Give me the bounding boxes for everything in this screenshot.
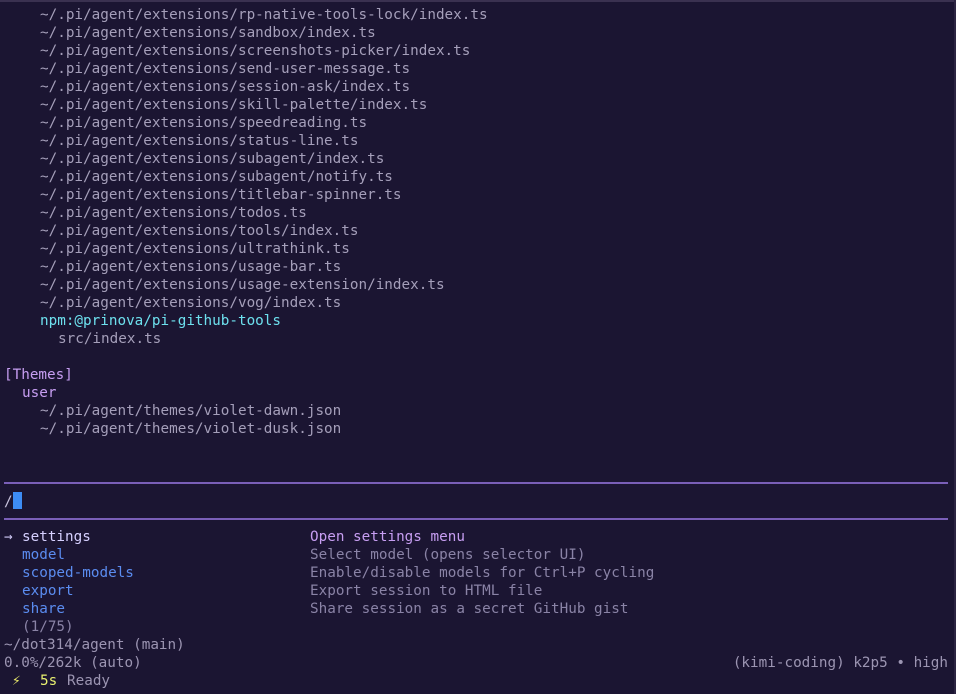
window-top-border [0,0,956,2]
terminal-window: ~/.pi/agent/extensions/rp-native-tools-l… [0,0,956,694]
command-input[interactable]: / [4,492,22,510]
extension-path: ~/.pi/agent/extensions/status-line.ts [40,133,359,149]
command-item-settings[interactable]: settings [22,528,91,546]
extension-path: ~/.pi/agent/extensions/send-user-message… [40,61,411,77]
command-description: Select model (opens selector UI) [310,547,586,563]
extension-path: ~/.pi/agent/extensions/skill-palette/ind… [40,97,428,113]
extension-path: ~/.pi/agent/extensions/vog/index.ts [40,295,342,311]
extension-path: ~/.pi/agent/extensions/subagent/notify.t… [40,169,393,185]
extension-path: ~/.pi/agent/extensions/session-ask/index… [40,79,411,95]
themes-section-header: [Themes] [4,367,73,383]
extension-path: ~/.pi/agent/extensions/screenshots-picke… [40,43,471,59]
extension-path: ~/.pi/agent/extensions/todos.ts [40,205,307,221]
extension-path: ~/.pi/agent/extensions/titlebar-spinner.… [40,187,402,203]
extension-path: ~/.pi/agent/extensions/usage-extension/i… [40,277,445,293]
bolt-icon: ⚡ [12,673,21,689]
command-description: Export session to HTML file [310,583,543,599]
npm-package-name: npm:@prinova/pi-github-tools [40,313,282,329]
extension-path: ~/.pi/agent/extensions/ultrathink.ts [40,241,350,257]
command-item-share[interactable]: share [22,600,65,618]
input-top-separator [4,482,948,484]
extension-path: ~/.pi/agent/extensions/usage-bar.ts [40,259,342,275]
elapsed-time: 5s [40,673,58,689]
command-item-export[interactable]: export [22,582,74,600]
command-item-scoped-models[interactable]: scoped-models [22,564,134,582]
theme-file: ~/.pi/agent/themes/violet-dawn.json [40,403,342,419]
text-cursor [12,492,22,509]
command-count: (1/75) [22,619,74,635]
command-input-value: / [4,494,13,510]
extension-path: ~/.pi/agent/extensions/subagent/index.ts [40,151,385,167]
context-usage: 0.0%/262k (auto) [4,655,142,671]
status-text: Ready [67,673,111,689]
extension-path: ~/.pi/agent/extensions/tools/index.ts [40,223,359,239]
command-item-model[interactable]: model [22,546,65,564]
extension-path: ~/.pi/agent/extensions/sandbox/index.ts [40,25,376,41]
command-description: Enable/disable models for Ctrl+P cycling [310,565,655,581]
npm-package-file: src/index.ts [58,331,162,347]
working-directory: ~/dot314/agent (main) [4,637,185,653]
input-bottom-separator [4,518,948,520]
extension-path: ~/.pi/agent/extensions/speedreading.ts [40,115,368,131]
command-description: Share session as a secret GitHub gist [310,601,629,617]
theme-file: ~/.pi/agent/themes/violet-dusk.json [40,421,342,437]
command-description: Open settings menu [310,529,465,545]
extension-path: ~/.pi/agent/extensions/rp-native-tools-l… [40,7,488,23]
themes-scope: user [22,385,57,401]
selection-arrow-icon: → [4,529,13,545]
model-indicator: (kimi-coding) k2p5 • high [732,655,948,671]
